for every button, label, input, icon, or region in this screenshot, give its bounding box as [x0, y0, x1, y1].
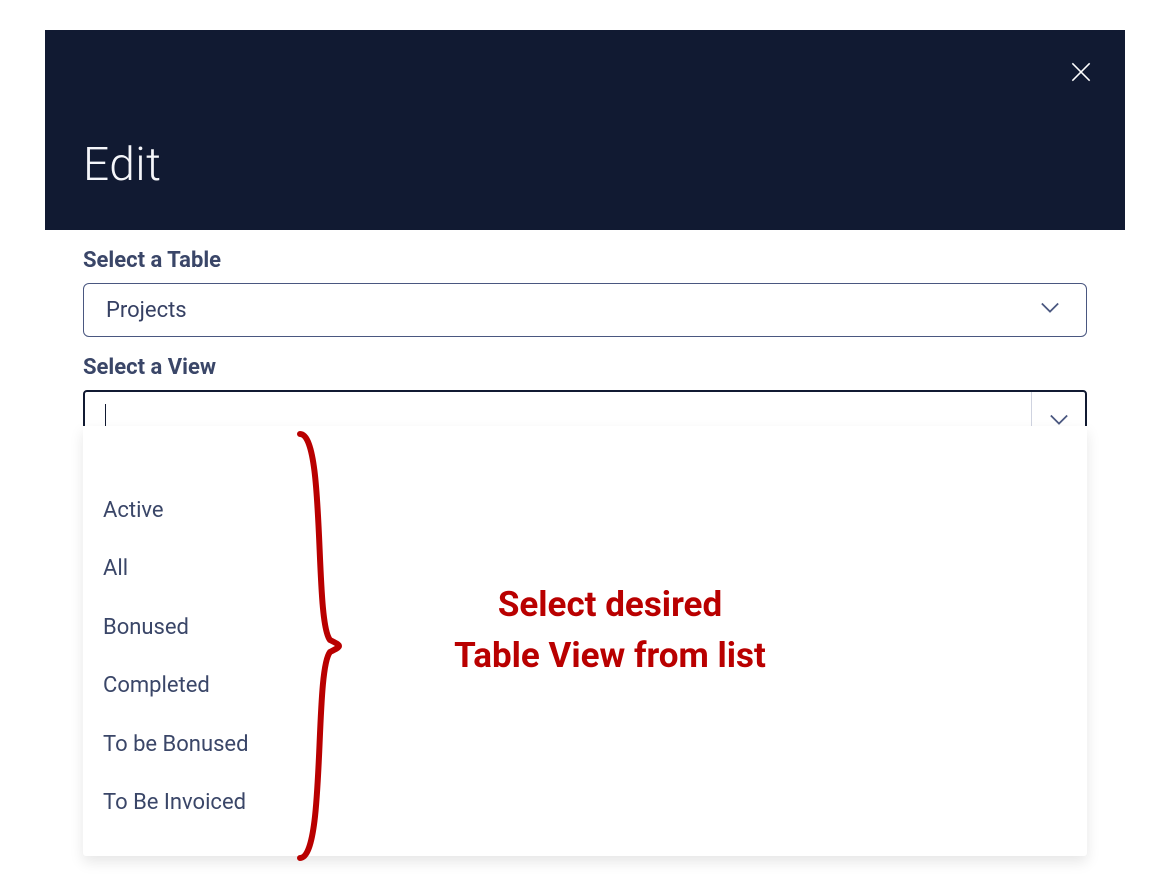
- edit-modal: Edit Select a Table Projects Select a Vi…: [45, 30, 1125, 448]
- view-dropdown-panel: Active All Bonused Completed To be Bonus…: [83, 426, 1087, 856]
- dropdown-option-bonused[interactable]: Bonused: [83, 599, 1087, 657]
- dropdown-option-completed[interactable]: Completed: [83, 657, 1087, 715]
- dropdown-option-all[interactable]: All: [83, 540, 1087, 598]
- dropdown-option-to-be-bonused[interactable]: To be Bonused: [83, 716, 1087, 774]
- chevron-down-icon: [1036, 293, 1064, 327]
- dropdown-option-to-be-invoiced[interactable]: To Be Invoiced: [83, 774, 1087, 832]
- dropdown-option-active[interactable]: Active: [83, 482, 1087, 540]
- table-select[interactable]: Projects: [83, 283, 1087, 337]
- modal-title: Edit: [83, 138, 161, 192]
- table-field-label: Select a Table: [83, 248, 1087, 273]
- modal-body: Select a Table Projects Select a View: [45, 230, 1125, 448]
- close-button[interactable]: [1065, 56, 1097, 88]
- modal-header: Edit: [45, 30, 1125, 230]
- table-select-value: Projects: [106, 298, 187, 323]
- view-field-label: Select a View: [83, 355, 1087, 380]
- close-icon: [1068, 59, 1094, 85]
